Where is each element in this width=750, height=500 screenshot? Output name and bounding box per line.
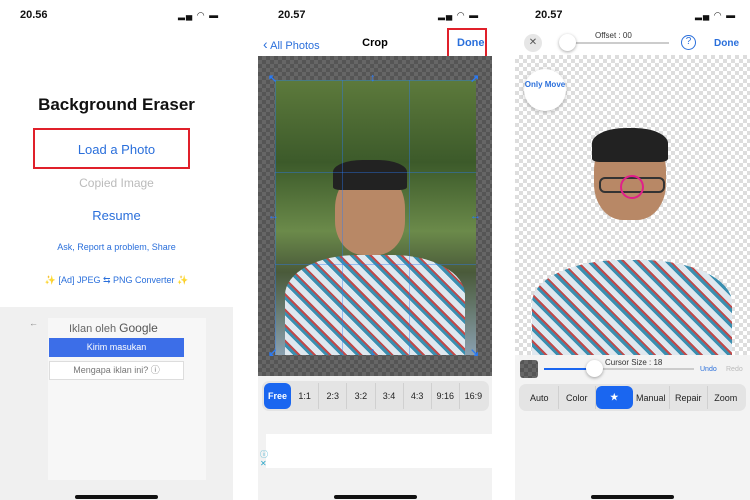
support-links[interactable]: Ask, Report a problem, Share — [0, 242, 233, 252]
status-icons: ▂▄ ◠ ▬ — [438, 10, 480, 20]
offset-slider-thumb[interactable] — [559, 34, 576, 51]
close-button[interactable]: ✕ — [524, 34, 542, 52]
status-icons: ▂▄ ◠ ▬ — [178, 10, 220, 20]
why-ad-button[interactable]: Mengapa iklan ini? ⓘ — [49, 361, 184, 380]
crop-handle-bottom[interactable]: ↕ — [370, 347, 376, 358]
cursor-size-label: Cursor Size : 18 — [605, 358, 663, 367]
status-time: 20.57 — [278, 9, 306, 21]
home-indicator — [75, 495, 158, 499]
tool-repair[interactable]: Repair — [670, 386, 708, 409]
crop-handle-right[interactable]: ↔ — [470, 211, 481, 222]
only-move-button[interactable]: Only Move — [524, 69, 566, 111]
eraser-cursor[interactable] — [620, 175, 644, 199]
tool-manual[interactable]: Manual — [633, 386, 670, 409]
aspect-ratio-selector: Free 1:1 2:3 3:2 3:4 4:3 9:16 16:9 — [262, 381, 489, 411]
aspect-1-1[interactable]: 1:1 — [291, 383, 320, 409]
load-photo-button[interactable]: Load a Photo — [0, 142, 233, 157]
offset-label: Offset : 00 — [595, 31, 632, 40]
tool-selector: Auto Color ★ Manual Repair Zoom — [519, 384, 746, 411]
status-time: 20.57 — [535, 9, 563, 21]
crop-handle-br[interactable]: ↘ — [470, 348, 479, 359]
ad-area: ← Iklan oleh Google Kirim masukan Mengap… — [0, 307, 233, 500]
done-button[interactable]: Done — [714, 38, 739, 49]
aspect-2-3[interactable]: 2:3 — [319, 383, 348, 409]
subject-shirt — [532, 260, 732, 355]
resume-button[interactable]: Resume — [0, 208, 233, 223]
aspect-3-4[interactable]: 3:4 — [376, 383, 404, 409]
crop-canvas[interactable]: ↖ ↕ ↗ ↔ ↔ ↙ ↕ ↘ — [258, 56, 492, 376]
status-icons: ▂▄ ◠ ▬ — [695, 10, 737, 20]
status-time: 20.56 — [20, 9, 48, 21]
screen-home: 20.56 ▂▄ ◠ ▬ Background Eraser Load a Ph… — [0, 0, 233, 500]
screen-eraser: 20.57 ▂▄ ◠ ▬ ✕ Offset : 00 ? Done Only M… — [515, 0, 750, 500]
aspect-4-3[interactable]: 4:3 — [404, 383, 432, 409]
background-preview-button[interactable] — [520, 360, 538, 378]
crop-handle-tl[interactable]: ↖ — [268, 74, 277, 85]
screen-crop: 20.57 ▂▄ ◠ ▬ ‹ All Photos Crop Done ↖ ↕ … — [258, 0, 492, 500]
crop-handle-top[interactable]: ↕ — [370, 73, 376, 84]
crop-handle-tr[interactable]: ↗ — [470, 74, 479, 85]
tool-zoom[interactable]: Zoom — [708, 386, 745, 409]
feedback-button[interactable]: Kirim masukan — [49, 338, 184, 357]
copied-image-button[interactable]: Copied Image — [0, 176, 233, 190]
tool-auto[interactable]: Auto — [521, 386, 559, 409]
offset-slider[interactable] — [567, 42, 669, 44]
ad-icons[interactable]: ⓘ ✕ — [260, 450, 268, 468]
tool-star[interactable]: ★ — [596, 386, 633, 409]
info-icon[interactable]: ⓘ — [260, 450, 268, 459]
app-title: Background Eraser — [38, 95, 195, 114]
aspect-free[interactable]: Free — [264, 383, 292, 409]
done-button[interactable]: Done — [457, 37, 485, 49]
undo-button[interactable]: Undo — [700, 366, 717, 373]
photo — [275, 80, 476, 355]
crop-handle-left[interactable]: ↔ — [268, 211, 279, 222]
crop-handle-bl[interactable]: ↙ — [268, 348, 277, 359]
aspect-3-2[interactable]: 3:2 — [347, 383, 376, 409]
aspect-9-16[interactable]: 9:16 — [432, 383, 460, 409]
aspect-16-9[interactable]: 16:9 — [460, 383, 487, 409]
ad-label: Iklan oleh Google — [69, 321, 158, 335]
help-button[interactable]: ? — [681, 35, 696, 50]
home-indicator — [334, 495, 417, 499]
redo-button[interactable]: Redo — [726, 366, 743, 373]
ad-banner[interactable] — [266, 434, 492, 468]
cursor-size-thumb[interactable] — [586, 360, 603, 377]
back-arrow-icon[interactable]: ← — [29, 318, 38, 328]
home-indicator — [591, 495, 674, 499]
close-icon[interactable]: ✕ — [260, 459, 267, 468]
edit-canvas[interactable]: Only Move — [515, 55, 750, 355]
ad-converter-link[interactable]: ✨ [Ad] JPEG ⇆ PNG Converter ✨ — [0, 275, 233, 286]
tool-color[interactable]: Color — [559, 386, 596, 409]
cursor-size-slider[interactable] — [544, 368, 694, 370]
